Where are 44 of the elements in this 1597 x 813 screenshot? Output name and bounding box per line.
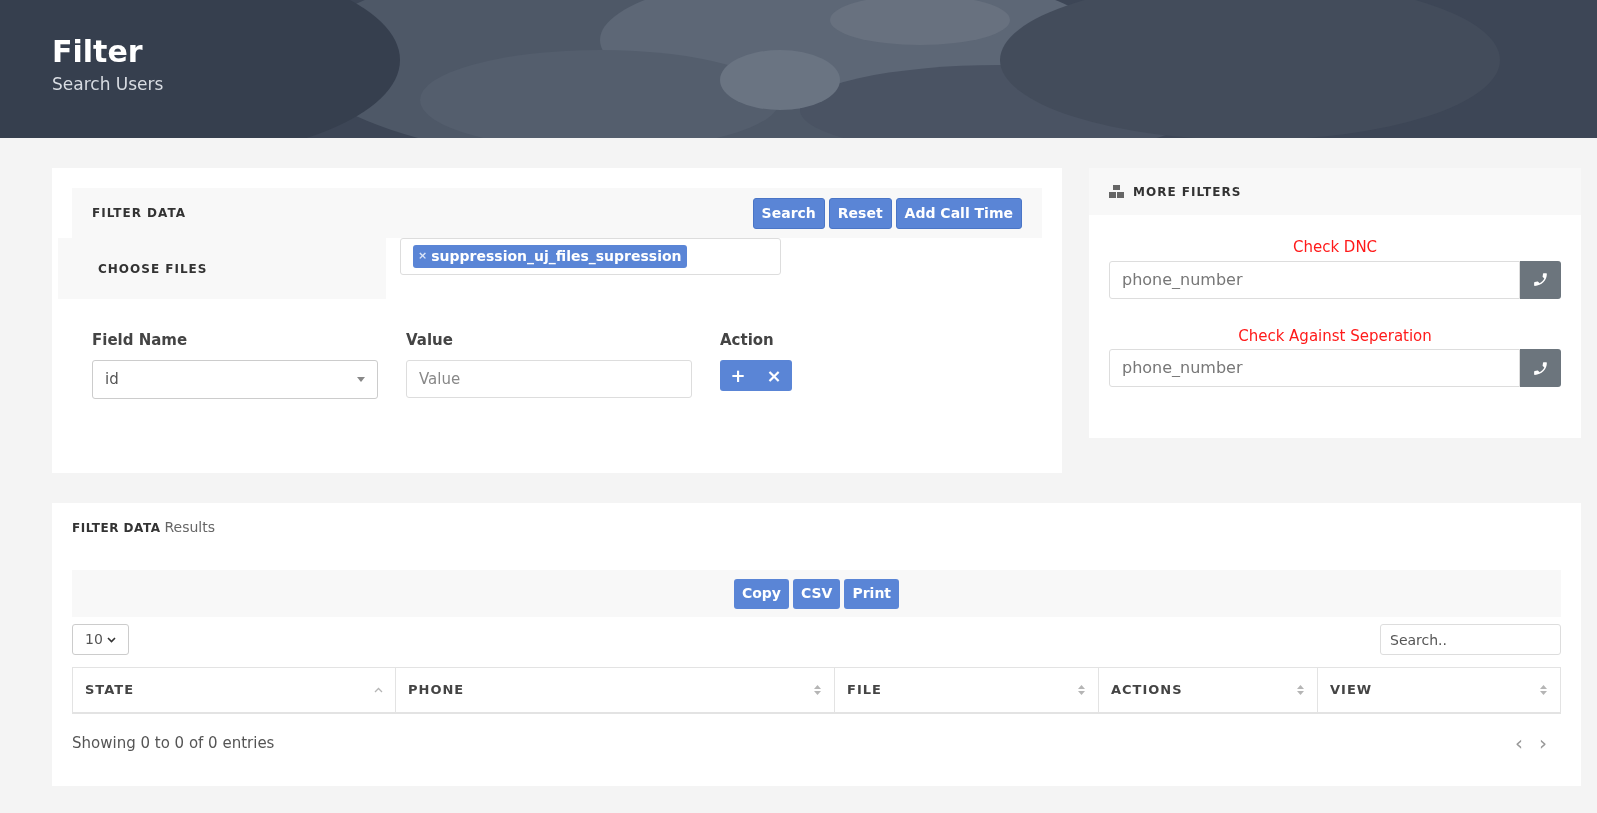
field-name-select[interactable]: id [92, 359, 378, 399]
card-subtitle: Results [164, 518, 216, 537]
column-header[interactable]: VIEW [1318, 668, 1560, 712]
page-size-select[interactable]: 10 [72, 624, 129, 655]
export-button[interactable]: Copy [733, 578, 789, 609]
phone-icon [1532, 271, 1549, 288]
previous-page-button[interactable]: ‹ [1515, 733, 1523, 754]
export-button[interactable]: Print [844, 578, 900, 609]
field-label: Field Name [92, 330, 188, 351]
add-row-button[interactable]: + [720, 359, 756, 391]
file-select[interactable]: × suppression_uj_files_supression [400, 238, 781, 275]
field-label: Value [406, 330, 453, 351]
remove-row-button[interactable]: × [756, 359, 792, 391]
action-button[interactable]: Search [752, 197, 825, 229]
table-info: Showing 0 to 0 of 0 entries [72, 733, 275, 754]
card-title: FILTER DATA [92, 205, 186, 222]
action-button[interactable]: Reset [828, 197, 892, 229]
card-title: FILTER DATA [72, 520, 161, 537]
phone-field[interactable]: phone_number [1109, 260, 1520, 299]
phone-field[interactable]: phone_number [1109, 349, 1520, 387]
column-header[interactable]: STATE [73, 668, 396, 712]
table-search-field[interactable]: Search.. [1380, 624, 1561, 655]
dropdown-caret-icon [357, 376, 365, 382]
next-page-button[interactable]: › [1539, 733, 1547, 754]
export-button[interactable]: CSV [793, 578, 841, 609]
call-button[interactable] [1520, 349, 1561, 387]
column-header[interactable]: FILE [835, 668, 1099, 712]
action-button[interactable]: Add Call Time [895, 197, 1022, 229]
column-header[interactable]: ACTIONS [1099, 668, 1318, 712]
tag-label: suppression_uj_files_supression [431, 247, 682, 267]
column-header[interactable]: PHONE [396, 668, 835, 712]
call-button[interactable] [1520, 260, 1561, 299]
chevron-down-icon [107, 636, 116, 643]
check-label: Check Against Seperation [1238, 325, 1432, 347]
page-title: Filter [52, 34, 143, 70]
remove-tag-button[interactable]: × [418, 248, 428, 265]
phone-icon [1532, 359, 1549, 377]
page-subtitle: Search Users [52, 73, 164, 96]
value-field[interactable]: Value [406, 359, 692, 398]
boxes-icon [1109, 185, 1124, 198]
card-title: MORE FILTERS [1133, 183, 1242, 201]
choose-files-label: CHOOSE FILES [58, 238, 386, 299]
field-label: Action [720, 330, 774, 351]
check-label: Check DNC [1292, 237, 1378, 258]
